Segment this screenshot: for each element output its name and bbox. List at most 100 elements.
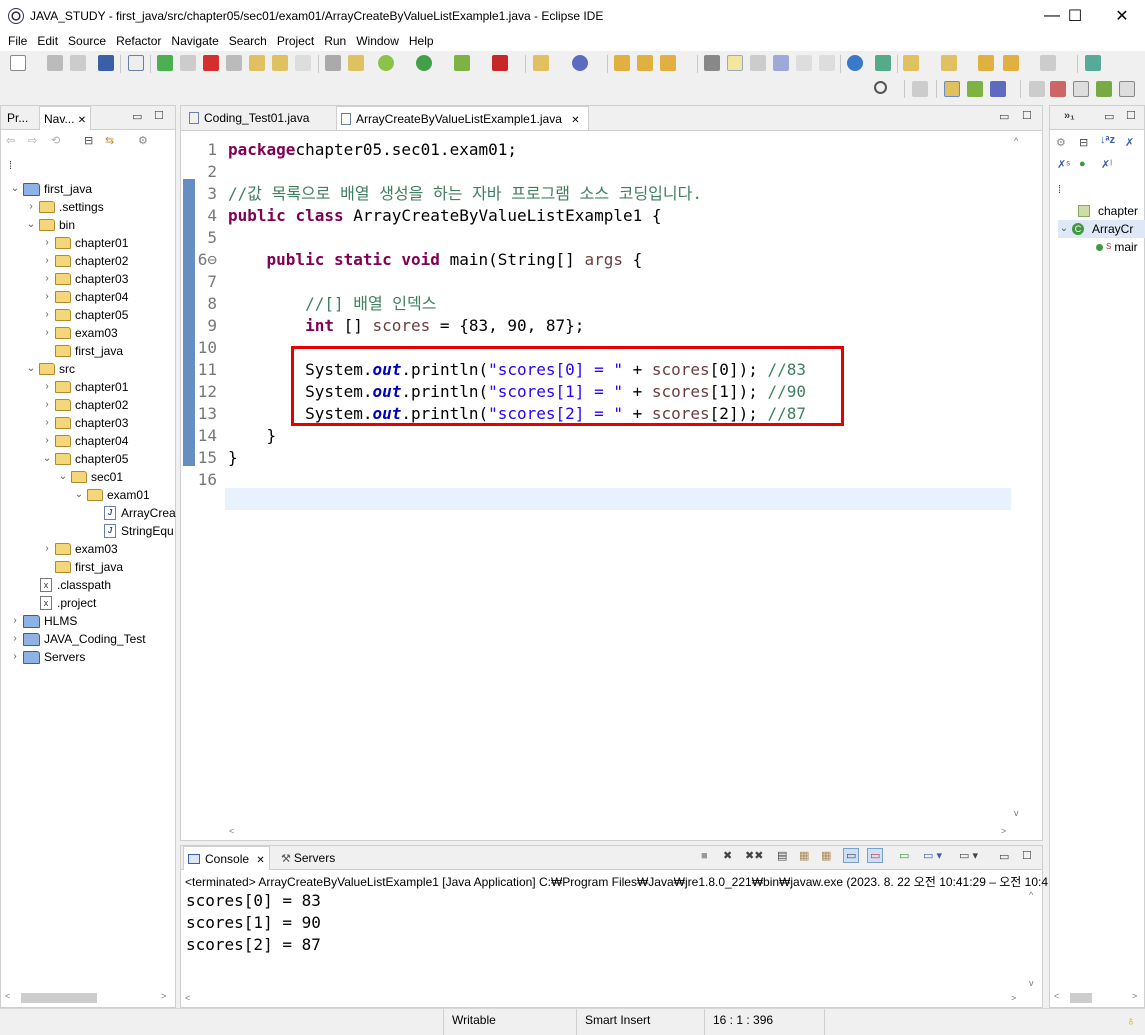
new-icon[interactable] [10, 55, 26, 71]
console-vscrollbar[interactable]: ^ v [1026, 890, 1040, 990]
up-icon[interactable]: ⟲ [51, 134, 60, 147]
code-line[interactable]: //값 목록으로 배열 생성을 하는 자바 프로그램 소스 코딩입니다. [228, 183, 702, 205]
tab-console[interactable]: Console ✕ [183, 846, 270, 870]
close-icon[interactable]: ✕ [571, 115, 579, 126]
maximize-editor-icon[interactable]: ☐ [1022, 109, 1032, 122]
tree-item[interactable]: › chapter02 [41, 396, 128, 414]
chevron-right-icon[interactable]: › [41, 252, 53, 270]
code-line[interactable]: } [228, 425, 277, 447]
tree-item[interactable]: ⌄ exam01 [73, 486, 150, 504]
menu-help[interactable]: Help [404, 31, 439, 51]
menu-navigate[interactable]: Navigate [166, 31, 223, 51]
forward-icon[interactable] [1040, 55, 1056, 71]
tree-item[interactable]: ⌄ bin [25, 216, 75, 234]
terminate-icon[interactable] [203, 55, 219, 71]
outline-class[interactable]: ⌄ C ArrayCr [1058, 220, 1145, 238]
skip-breakpoints-icon[interactable] [128, 55, 144, 71]
pin-icon[interactable] [1085, 55, 1101, 71]
tree-item[interactable]: › HLMS [9, 612, 77, 630]
maximize-button[interactable]: ☐ [1052, 0, 1098, 31]
code-line[interactable]: public static void main(String[] args { [228, 249, 643, 271]
filter-icon[interactable]: ⚙ [138, 134, 148, 147]
next-annotation-icon[interactable] [903, 55, 919, 71]
outline-sync-icon[interactable]: ⚙ [1056, 136, 1066, 149]
tree-item[interactable]: › exam03 [41, 324, 117, 342]
show-on-stderr-icon[interactable]: ▭ [867, 848, 884, 863]
disconnect-icon[interactable] [226, 55, 242, 71]
step-return-icon[interactable] [295, 55, 311, 71]
minimize-editor-icon[interactable]: ▭ [999, 110, 1009, 123]
tab-array-create[interactable]: ArrayCreateByValueListExample1.java ✕ [336, 106, 589, 130]
globe-icon[interactable] [847, 55, 863, 71]
chevron-down-icon[interactable]: ⌄ [25, 216, 37, 234]
remove-all-icon[interactable]: ✖✖ [745, 849, 763, 862]
code-line[interactable]: int [] scores = {83, 90, 87}; [228, 315, 584, 337]
chevron-right-icon[interactable]: › [41, 414, 53, 432]
chevron-right-icon[interactable]: › [9, 630, 21, 648]
java-ee-perspective-icon[interactable] [990, 81, 1006, 97]
view-icon-2[interactable] [1073, 81, 1089, 97]
menu-edit[interactable]: Edit [32, 31, 63, 51]
use-step-filters-icon[interactable] [325, 55, 341, 71]
save-icon[interactable] [47, 55, 63, 71]
close-button[interactable]: ✕ [1099, 0, 1145, 31]
last-edit-icon[interactable] [978, 55, 994, 71]
search-icon[interactable] [660, 55, 676, 71]
open-perspective-icon[interactable] [912, 81, 928, 97]
collapse-all-icon[interactable]: ⊟ [84, 134, 93, 147]
nav-hscrollbar[interactable]: < > [5, 991, 173, 1003]
tree-item[interactable]: › chapter03 [41, 414, 128, 432]
hide-nonpublic-icon[interactable]: ● [1079, 158, 1086, 170]
hide-local-types-icon[interactable]: ✗ˡ [1101, 158, 1112, 171]
clear-console-icon[interactable]: ▤ [777, 849, 787, 862]
scroll-lock-icon[interactable]: ▦ [799, 849, 809, 862]
code-line[interactable]: packagechapter05.sec01.exam01; [228, 139, 517, 161]
menu-search[interactable]: Search [224, 31, 272, 51]
link-editor-icon[interactable]: ⇆ [105, 134, 114, 147]
chevron-right-icon[interactable]: › [41, 324, 53, 342]
tree-item[interactable]: › chapter01 [41, 234, 128, 252]
tree-item[interactable]: ⌄ src [25, 360, 75, 378]
code-line[interactable]: //[] 배열 인덱스 [228, 293, 436, 315]
view-icon-1[interactable] [1050, 81, 1066, 97]
chevron-right-icon[interactable]: › [41, 540, 53, 558]
chevron-right-icon[interactable]: › [41, 234, 53, 252]
tree-item[interactable]: › exam03 [41, 540, 117, 558]
chevron-down-icon[interactable]: ⌄ [9, 180, 21, 198]
debug-perspective-icon[interactable] [967, 81, 983, 97]
menu-refactor[interactable]: Refactor [111, 31, 166, 51]
pin-console-icon[interactable]: ▭ [899, 849, 909, 862]
java-perspective-icon[interactable] [944, 81, 960, 97]
tree-item[interactable]: › chapter03 [41, 270, 128, 288]
menu-source[interactable]: Source [63, 31, 111, 51]
tree-item[interactable]: › JAVA_Coding_Test [9, 630, 145, 648]
minimize-view-icon[interactable]: ▭ [1104, 110, 1114, 123]
word-wrap-icon[interactable]: ▦ [821, 849, 831, 862]
code-line[interactable]: } [228, 447, 238, 469]
tree-item[interactable]: › chapter04 [41, 432, 128, 450]
code-line[interactable]: public class ArrayCreateByValueListExamp… [228, 205, 662, 227]
terminal-icon[interactable] [98, 55, 114, 71]
editor-hscrollbar[interactable]: < > [225, 824, 1011, 838]
maximize-view-icon[interactable]: ☐ [154, 109, 164, 122]
chevron-right-icon[interactable]: › [9, 648, 21, 666]
forward-arrow-icon[interactable]: ⇨ [28, 134, 37, 147]
maximize-view-icon[interactable]: ☐ [1022, 849, 1032, 862]
tree-item[interactable]: J StringEqu [89, 522, 174, 540]
hide-static-icon[interactable]: ✗ˢ [1057, 158, 1070, 171]
tree-item[interactable]: ⌄ sec01 [57, 468, 123, 486]
resume-icon[interactable] [157, 55, 173, 71]
run-icon[interactable] [416, 55, 432, 71]
tree-item[interactable]: first_java [41, 558, 123, 576]
toggle-annotation-icon[interactable] [704, 55, 720, 71]
close-icon[interactable]: ✕ [78, 115, 86, 126]
tree-item[interactable]: J ArrayCrea [89, 504, 176, 522]
chevron-right-icon[interactable]: › [9, 612, 21, 630]
tree-item[interactable]: first_java [41, 342, 123, 360]
chevron-down-icon[interactable]: ⌄ [25, 360, 37, 378]
view-icon-3[interactable] [1096, 81, 1112, 97]
outline-package[interactable]: chapter [1078, 202, 1138, 220]
tree-item[interactable]: › .settings [25, 198, 103, 216]
tab-project-explorer[interactable]: Pr... [3, 106, 32, 130]
chevron-down-icon[interactable]: ⌄ [57, 468, 69, 486]
